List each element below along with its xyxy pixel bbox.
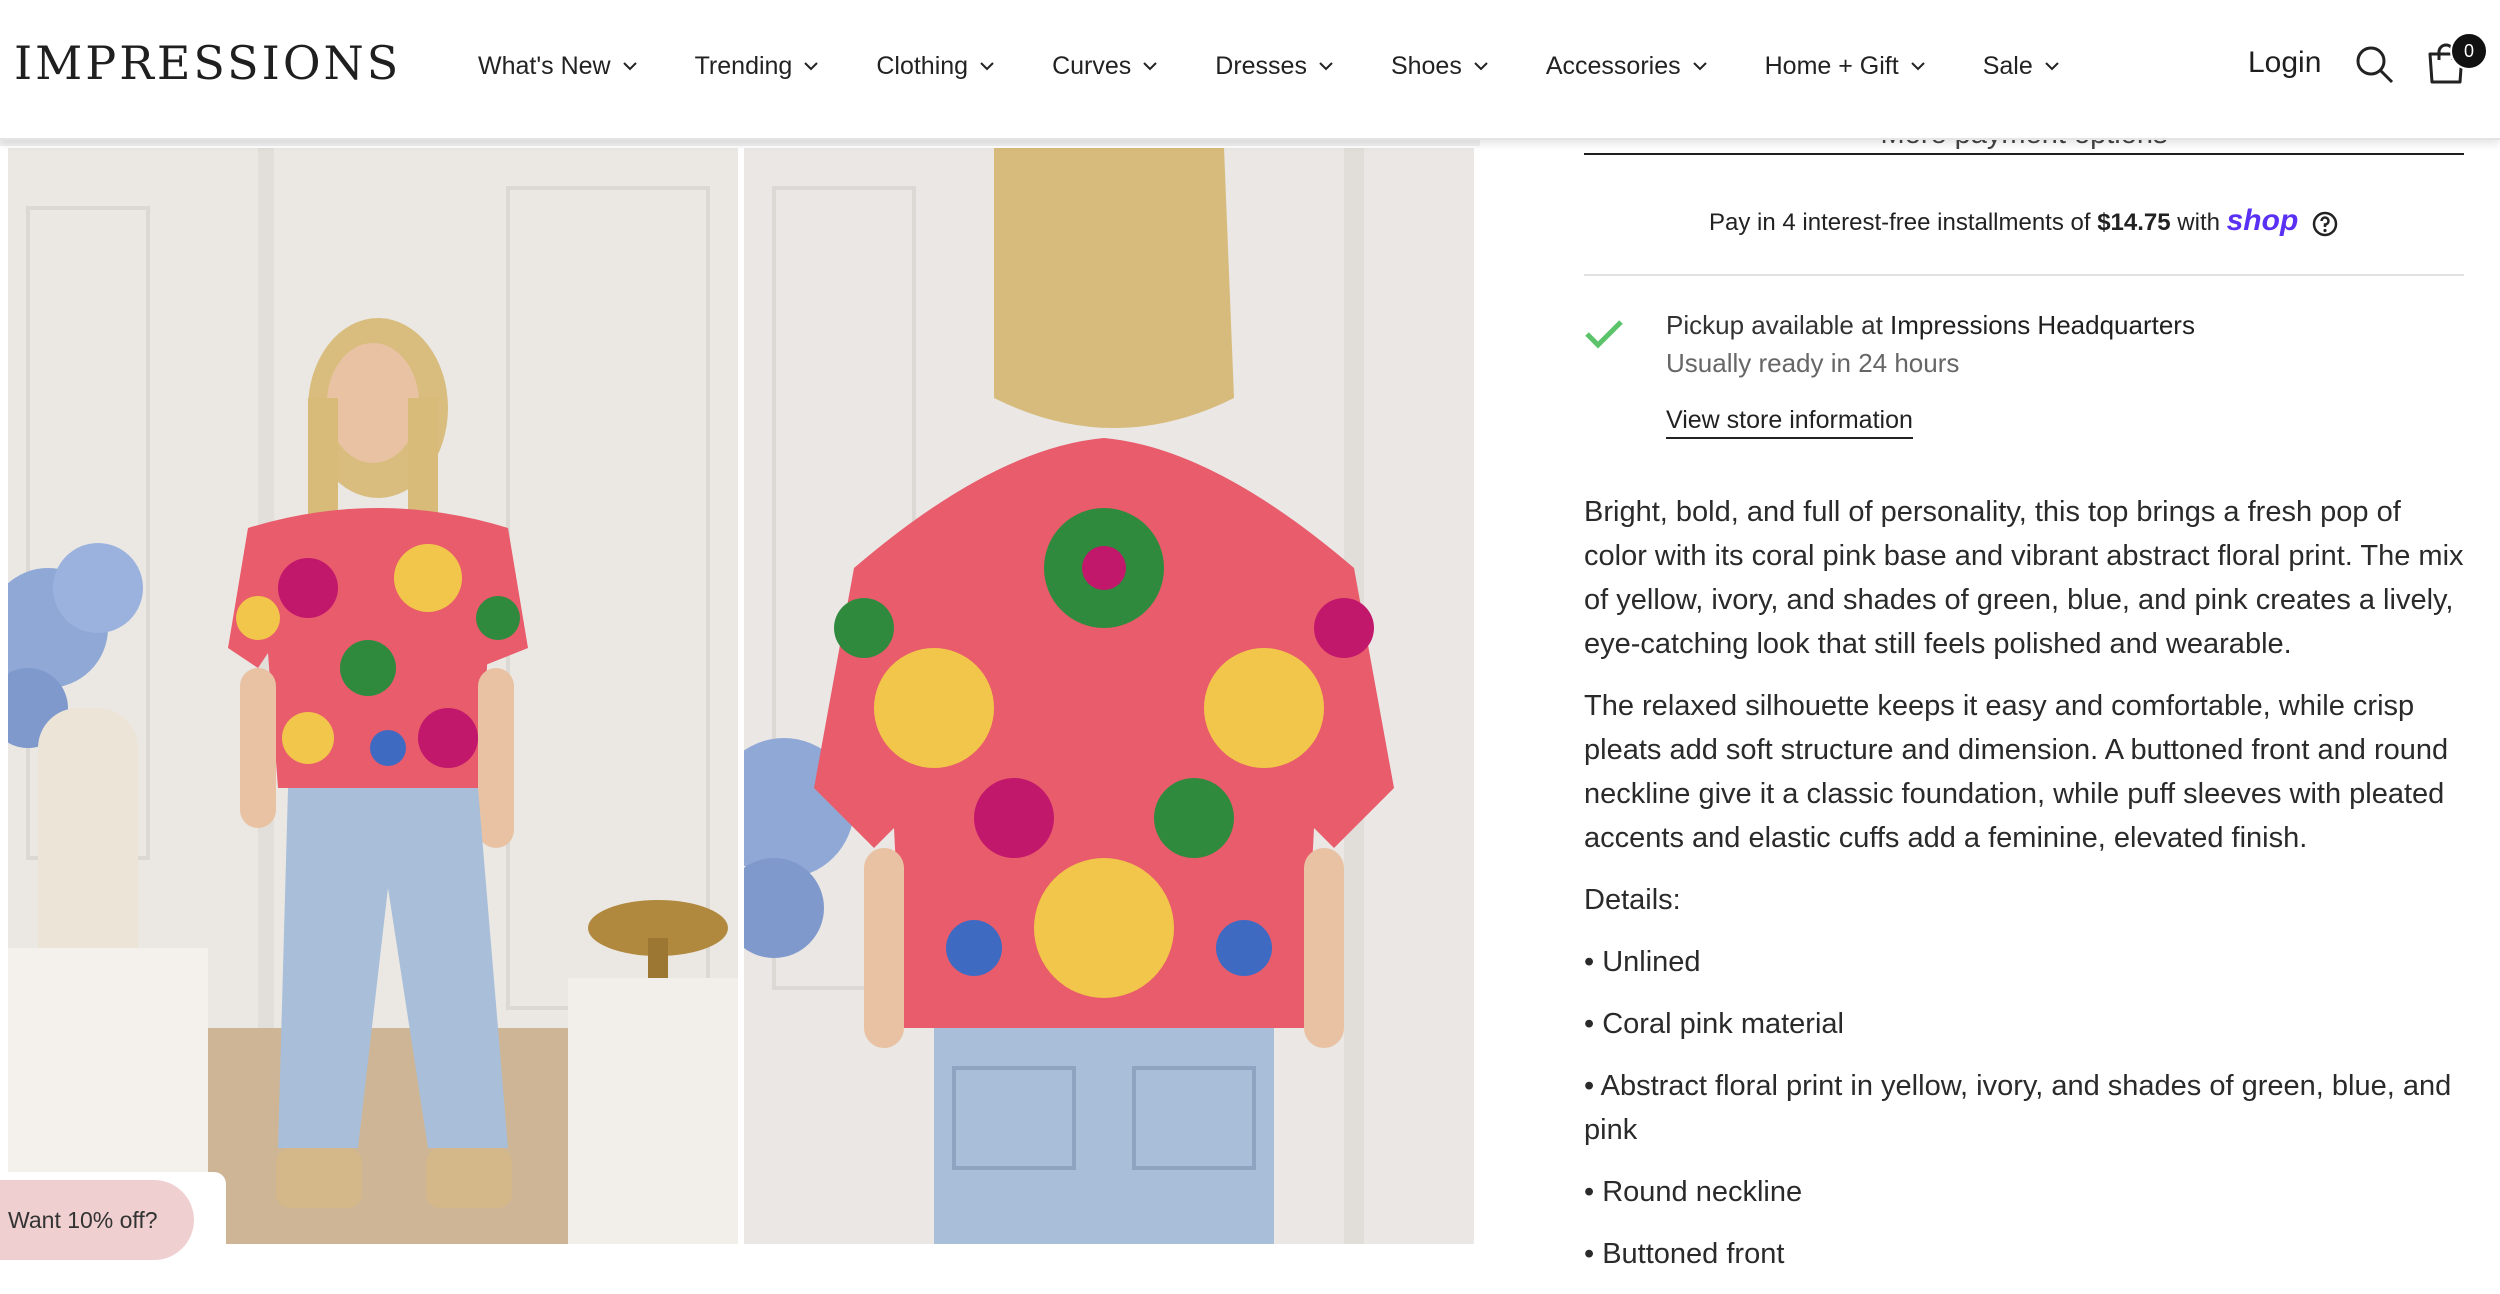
chevron-down-icon	[1474, 62, 1488, 71]
nav-item-label: Home + Gift	[1764, 51, 1899, 80]
nav-item-label: What's New	[478, 51, 611, 80]
cart-count-badge: 0	[2450, 32, 2488, 70]
product-photo-front[interactable]	[8, 148, 738, 1244]
pickup-availability: Pickup available at Impressions Headquar…	[1666, 310, 2195, 341]
product-photo-back[interactable]	[744, 148, 1474, 1244]
chevron-down-icon	[2045, 62, 2059, 71]
chevron-down-icon	[804, 62, 819, 71]
installments-banner: Pay in 4 interest-free installments of $…	[1584, 204, 2464, 238]
details-bullet: • Unlined	[1584, 946, 1701, 978]
product-description: Bright, bold, and full of personality, t…	[1584, 490, 2468, 1294]
check-icon	[1585, 320, 1623, 349]
nav-item-whats-new[interactable]: What's New	[478, 46, 637, 86]
chevron-down-icon	[1692, 62, 1707, 71]
description-paragraph: Bright, bold, and full of personality, t…	[1584, 496, 2464, 660]
details-bullet: • Abstract floral print in yellow, ivory…	[1584, 1070, 2452, 1146]
nav-item-curves[interactable]: Curves	[1052, 46, 1157, 86]
nav-item-label: Accessories	[1545, 51, 1681, 80]
chevron-down-icon	[1910, 62, 1925, 71]
site-logo[interactable]: IMPRESSIONS	[14, 36, 401, 90]
shop-pay-logo: shop	[2226, 204, 2299, 237]
nav-item-label: Sale	[1982, 51, 2033, 80]
discount-promo-button[interactable]: Want 10% off?	[0, 1180, 194, 1260]
nav-item-shoes[interactable]: Shoes	[1391, 46, 1488, 86]
back-view-illustration	[744, 148, 1474, 1244]
promo-label: Want 10% off?	[8, 1206, 158, 1233]
nav-item-label: Curves	[1052, 51, 1132, 80]
site-header: IMPRESSIONS What's New Trending Clothing…	[0, 0, 2500, 140]
help-circle-icon[interactable]	[2311, 210, 2339, 238]
description-paragraph: The relaxed silhouette keeps it easy and…	[1584, 690, 2449, 854]
details-bullet: • Buttoned front	[1584, 1238, 1785, 1270]
installments-with: with	[2170, 209, 2227, 236]
main-nav: What's New Trending Clothing Curves Dres…	[478, 46, 2117, 86]
details-heading: Details:	[1584, 884, 1681, 916]
login-link[interactable]: Login	[2248, 46, 2321, 80]
view-store-information-link[interactable]: View store information	[1666, 406, 1913, 439]
front-view-illustration	[8, 148, 738, 1244]
pickup-label: Pickup available at	[1666, 310, 1891, 340]
installments-amount: $14.75	[2097, 209, 2171, 236]
details-bullet: • Round neckline	[1584, 1176, 1803, 1208]
chevron-down-icon	[1143, 62, 1157, 71]
nav-item-accessories[interactable]: Accessories	[1546, 46, 1707, 86]
pickup-location: Impressions Headquarters	[1890, 310, 2195, 340]
nav-item-dresses[interactable]: Dresses	[1215, 46, 1333, 86]
installments-prefix: Pay in 4 interest-free installments of	[1709, 209, 2098, 236]
chevron-down-icon	[1319, 62, 1333, 71]
nav-item-sale[interactable]: Sale	[1983, 46, 2059, 86]
nav-item-label: Dresses	[1215, 51, 1307, 80]
details-bullet: • Coral pink material	[1584, 1008, 1844, 1040]
nav-item-trending[interactable]: Trending	[695, 46, 819, 86]
chevron-down-icon	[980, 62, 994, 71]
nav-item-label: Shoes	[1390, 51, 1462, 80]
nav-item-clothing[interactable]: Clothing	[876, 46, 994, 86]
nav-item-label: Clothing	[876, 51, 969, 80]
chevron-down-icon	[622, 62, 637, 71]
nav-item-home-gift[interactable]: Home + Gift	[1765, 46, 1925, 86]
search-icon[interactable]	[2354, 44, 2394, 84]
nav-item-label: Trending	[694, 51, 793, 80]
section-divider	[1584, 274, 2464, 276]
pickup-ready-time: Usually ready in 24 hours	[1666, 348, 1960, 378]
